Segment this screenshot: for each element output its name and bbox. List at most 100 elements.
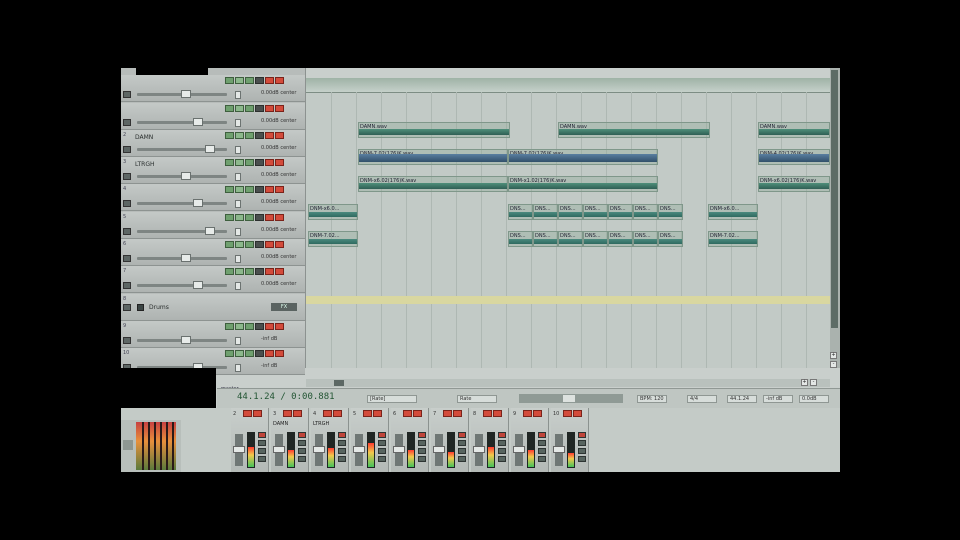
solo-button[interactable] [265,323,274,330]
monitor-button[interactable] [235,268,244,275]
strip-io-button[interactable] [338,448,346,454]
record-arm-button[interactable] [225,241,234,248]
solo-button[interactable] [265,350,274,357]
solo-button[interactable] [265,268,274,275]
solo-button[interactable] [265,105,274,112]
track-4[interactable]: 3 LTRGH 0.00dB center [121,157,305,184]
pan-knob[interactable] [235,337,241,345]
mute-button[interactable] [255,214,264,221]
strip-io-button[interactable] [458,448,466,454]
record-arm-button[interactable] [225,105,234,112]
volume-slider[interactable] [137,284,227,287]
record-arm-button[interactable] [225,268,234,275]
media-item[interactable]: DNM-x6.02(176)K.wav [358,176,508,192]
record-arm-button[interactable] [225,77,234,84]
pan-knob[interactable] [235,146,241,154]
strip-io-button[interactable] [298,448,306,454]
fx-button[interactable] [245,105,254,112]
rate-value[interactable]: Rate [457,395,497,403]
strip-mute-button[interactable] [298,432,306,438]
fx-button[interactable] [245,350,254,357]
track-name[interactable]: LTRGH [135,161,155,168]
strip-arm-button[interactable] [363,410,372,417]
envelope-icon[interactable] [123,119,131,126]
volume-knob[interactable] [181,254,191,262]
envelope-icon[interactable] [123,91,131,98]
scroll-thumb[interactable] [831,70,838,328]
strip-fader-knob[interactable] [433,446,445,453]
strip-arm-button[interactable] [483,410,492,417]
arm-indicator[interactable] [275,323,284,330]
volume-slider[interactable] [137,121,227,124]
strip-solo-button[interactable] [533,410,542,417]
track-name[interactable]: Drums [149,304,169,311]
folder-lane-drums[interactable] [306,296,830,304]
strip-mute-button[interactable] [498,432,506,438]
media-item[interactable]: DNM-4.02(176)K.wav [758,149,830,165]
time-display[interactable]: 44.1.24 / 0:00.881 [237,392,335,402]
media-item[interactable]: DNS... [633,204,658,220]
envelope-icon[interactable] [123,337,131,344]
pan-knob[interactable] [235,91,241,99]
arm-indicator[interactable] [275,350,284,357]
media-item[interactable]: DNS... [608,231,633,247]
pan-knob[interactable] [235,200,241,208]
media-item[interactable]: DAMN.wav [558,122,710,138]
strip-io-button[interactable] [538,448,546,454]
strip-fx-button[interactable] [458,440,466,446]
strip-fx-button[interactable] [418,440,426,446]
monitor-button[interactable] [235,77,244,84]
hzoom-out-icon[interactable]: - [810,379,817,386]
strip-io-button[interactable] [498,448,506,454]
monitor-button[interactable] [235,323,244,330]
strip-fx-button[interactable] [338,440,346,446]
playrate-slider[interactable] [519,394,623,403]
media-item[interactable]: DNS... [508,231,533,247]
media-item[interactable]: DNM-7.02(176)K.wav [508,149,658,165]
strip-fader-knob[interactable] [553,446,565,453]
media-item[interactable]: DNS... [583,231,608,247]
sig-field[interactable]: 4/4 [687,395,717,403]
arm-indicator[interactable] [275,268,284,275]
strip-fx-button[interactable] [378,440,386,446]
mute-button[interactable] [255,77,264,84]
strip-phase-button[interactable] [258,456,266,462]
media-item[interactable]: DAMN.wav [758,122,830,138]
mute-button[interactable] [255,241,264,248]
pan-knob[interactable] [235,173,241,181]
strip-mute-button[interactable] [378,432,386,438]
pan-knob[interactable] [235,119,241,127]
volume-knob[interactable] [181,90,191,98]
track-8[interactable]: 7 0.00dB center [121,266,305,293]
monitor-button[interactable] [235,105,244,112]
media-item[interactable]: DNM-x6.0... [708,204,758,220]
solo-button[interactable] [265,77,274,84]
mute-button[interactable] [255,132,264,139]
field-c[interactable]: 0.0dB [799,395,829,403]
media-item[interactable]: DNS... [508,204,533,220]
fx-button[interactable] [245,323,254,330]
field-b[interactable]: -inf dB [763,395,793,403]
mute-button[interactable] [255,186,264,193]
arm-indicator[interactable] [275,214,284,221]
volume-knob[interactable] [193,281,203,289]
folder-icon[interactable] [123,304,131,311]
strip-arm-button[interactable] [563,410,572,417]
media-item[interactable]: DNS... [558,204,583,220]
track-10[interactable]: 9 -inf dB [121,321,305,348]
solo-button[interactable] [265,132,274,139]
rate-field[interactable]: [Rate] [367,395,417,403]
mute-button[interactable] [255,159,264,166]
strip-io-button[interactable] [378,448,386,454]
track-5[interactable]: 4 0.00dB center [121,184,305,211]
monitor-button[interactable] [235,132,244,139]
volume-knob[interactable] [181,172,191,180]
monitor-button[interactable] [235,214,244,221]
strip-phase-button[interactable] [418,456,426,462]
strip-mute-button[interactable] [538,432,546,438]
pan-knob[interactable] [235,282,241,290]
record-arm-button[interactable] [225,350,234,357]
strip-mute-button[interactable] [338,432,346,438]
fx-button[interactable] [245,186,254,193]
monitor-button[interactable] [235,159,244,166]
